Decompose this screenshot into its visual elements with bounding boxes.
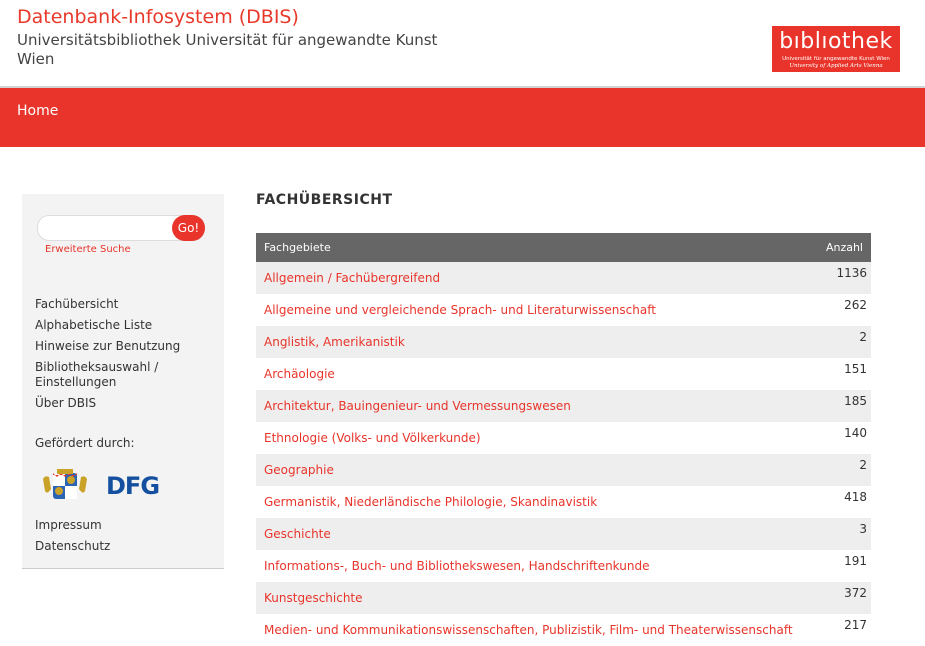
logo-line-2: University of Applied Arts Vienna bbox=[789, 63, 883, 69]
subject-table: Fachgebiete Anzahl Allgemein / Fachüberg… bbox=[256, 233, 871, 646]
site-header: Datenbank-Infosystem (DBIS) Universitäts… bbox=[0, 0, 925, 86]
logo-line-1: Universität für angewandte Kunst Wien bbox=[782, 56, 890, 62]
table-row: Geschichte 3 bbox=[256, 518, 871, 550]
subject-link[interactable]: Kunstgeschichte bbox=[264, 591, 363, 605]
subject-count: 1136 bbox=[836, 266, 867, 280]
subject-count: 2 bbox=[859, 330, 867, 344]
subject-link[interactable]: Archäologie bbox=[264, 367, 335, 381]
datenschutz-label[interactable]: Datenschutz bbox=[35, 539, 110, 553]
table-row: Geographie 2 bbox=[256, 454, 871, 486]
subject-count: 372 bbox=[844, 586, 867, 600]
site-subtitle: Universitätsbibliothek Universität für a… bbox=[17, 31, 438, 68]
subject-link[interactable]: Geschichte bbox=[264, 527, 331, 541]
funded-by-label: Gefördert durch: bbox=[35, 436, 135, 450]
subject-link[interactable]: Informations-, Buch- und Bibliothekswese… bbox=[264, 559, 649, 573]
table-row: Informations-, Buch- und Bibliothekswese… bbox=[256, 550, 871, 582]
subject-link[interactable]: Anglistik, Amerikanistik bbox=[264, 335, 405, 349]
bavarian-coat-of-arms-icon[interactable] bbox=[41, 469, 89, 501]
sidebar-item-fachuebersicht[interactable]: Fachübersicht bbox=[35, 297, 215, 312]
sidebar-item-bibliotheksauswahl[interactable]: Bibliotheksauswahl / Einstellungen bbox=[35, 360, 215, 390]
subject-count: 151 bbox=[844, 362, 867, 376]
sidebar: Go! Erweiterte Suche Fachübersicht Alpha… bbox=[22, 194, 224, 569]
table-row: Germanistik, Niederländische Philologie,… bbox=[256, 486, 871, 518]
subject-count: 217 bbox=[844, 618, 867, 632]
site-title[interactable]: Datenbank-Infosystem (DBIS) bbox=[17, 6, 299, 28]
sidebar-item-label[interactable]: Über DBIS bbox=[35, 396, 96, 410]
table-row: Kunstgeschichte 372 bbox=[256, 582, 871, 614]
sidebar-item-label[interactable]: Fachübersicht bbox=[35, 297, 118, 311]
search-box: Go! bbox=[37, 215, 205, 241]
subject-count: 191 bbox=[844, 554, 867, 568]
library-logo[interactable]: bıblıothek Universität für angewandte Ku… bbox=[772, 26, 900, 72]
table-header: Fachgebiete Anzahl bbox=[256, 233, 871, 262]
column-header-fachgebiete: Fachgebiete bbox=[264, 241, 331, 254]
table-row: Ethnologie (Volks- und Völkerkunde) 140 bbox=[256, 422, 871, 454]
page-title: FACHÜBERSICHT bbox=[256, 192, 393, 208]
table-row: Allgemeine und vergleichende Sprach- und… bbox=[256, 294, 871, 326]
subject-link[interactable]: Geographie bbox=[264, 463, 334, 477]
subject-link[interactable]: Allgemein / Fachübergreifend bbox=[264, 271, 440, 285]
dfg-logo[interactable]: DFG bbox=[106, 472, 160, 500]
subject-count: 3 bbox=[859, 522, 867, 536]
subject-link[interactable]: Allgemeine und vergleichende Sprach- und… bbox=[264, 303, 656, 317]
sidebar-item-alphabetische-liste[interactable]: Alphabetische Liste bbox=[35, 318, 215, 333]
subject-link[interactable]: Architektur, Bauingenieur- und Vermessun… bbox=[264, 399, 571, 413]
nav-home-link[interactable]: Home bbox=[17, 103, 58, 119]
subject-link[interactable]: Germanistik, Niederländische Philologie,… bbox=[264, 495, 597, 509]
table-row: Anglistik, Amerikanistik 2 bbox=[256, 326, 871, 358]
datenschutz-link[interactable]: Datenschutz bbox=[35, 539, 110, 554]
subject-count: 2 bbox=[859, 458, 867, 472]
subject-link[interactable]: Medien- und Kommunikationswissenschaften… bbox=[264, 623, 793, 637]
main-nav: Home bbox=[0, 86, 925, 147]
subject-count: 262 bbox=[844, 298, 867, 312]
subject-count: 418 bbox=[844, 490, 867, 504]
logo-word: bıblıothek bbox=[779, 29, 893, 54]
column-header-anzahl: Anzahl bbox=[825, 241, 863, 254]
sidebar-menu: Fachübersicht Alphabetische Liste Hinwei… bbox=[35, 297, 215, 417]
sidebar-item-hinweise[interactable]: Hinweise zur Benutzung bbox=[35, 339, 215, 354]
subject-count: 140 bbox=[844, 426, 867, 440]
table-row: Allgemein / Fachübergreifend 1136 bbox=[256, 262, 871, 294]
sidebar-item-ueber-dbis[interactable]: Über DBIS bbox=[35, 396, 215, 411]
search-input[interactable] bbox=[46, 219, 168, 237]
sidebar-item-label[interactable]: Hinweise zur Benutzung bbox=[35, 339, 180, 353]
subject-link[interactable]: Ethnologie (Volks- und Völkerkunde) bbox=[264, 431, 481, 445]
go-button[interactable]: Go! bbox=[172, 215, 205, 241]
impressum-link[interactable]: Impressum bbox=[35, 518, 110, 533]
table-row: Medien- und Kommunikationswissenschaften… bbox=[256, 614, 871, 646]
impressum-label[interactable]: Impressum bbox=[35, 518, 102, 532]
subject-count: 185 bbox=[844, 394, 867, 408]
sidebar-item-label[interactable]: Bibliotheksauswahl / Einstellungen bbox=[35, 360, 158, 389]
sidebar-footer-links: Impressum Datenschutz bbox=[35, 518, 110, 560]
sidebar-item-label[interactable]: Alphabetische Liste bbox=[35, 318, 152, 332]
advanced-search-link[interactable]: Erweiterte Suche bbox=[45, 244, 131, 255]
table-row: Archäologie 151 bbox=[256, 358, 871, 390]
table-row: Architektur, Bauingenieur- und Vermessun… bbox=[256, 390, 871, 422]
